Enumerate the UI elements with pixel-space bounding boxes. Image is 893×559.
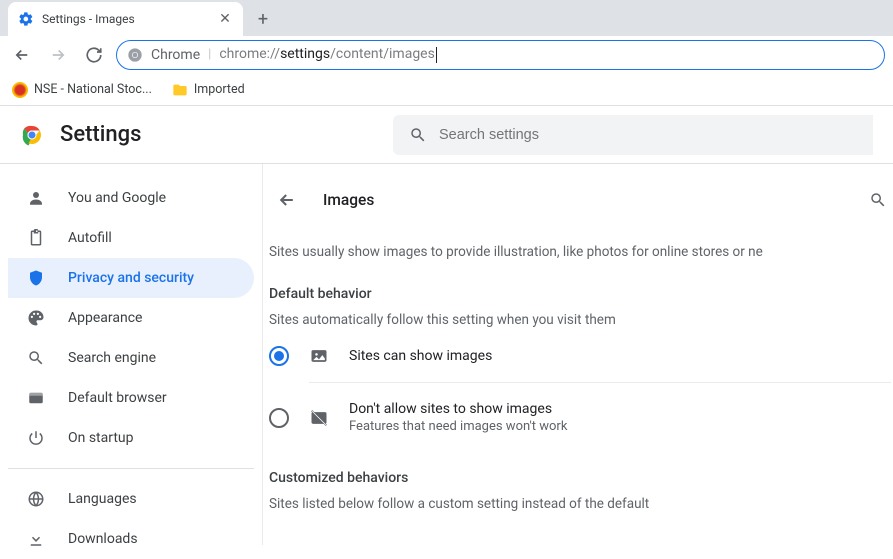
radio-block-images[interactable]: Don't allow sites to show images Feature… (265, 383, 891, 434)
browser-icon (26, 389, 46, 407)
sidebar-item-privacy-security[interactable]: Privacy and security (8, 258, 254, 298)
person-icon (26, 189, 46, 207)
settings-search-input[interactable] (439, 127, 857, 143)
gear-icon (18, 11, 34, 27)
folder-icon (172, 82, 188, 98)
browser-tab[interactable]: Settings - Images ✕ (8, 2, 243, 36)
search-icon (409, 126, 427, 144)
section-default-behavior: Default behavior (265, 260, 891, 302)
settings-main: Images Sites usually show images to prov… (262, 164, 893, 545)
globe-icon (26, 490, 46, 508)
bookmarks-bar: NSE - National Stoc... Imported (0, 74, 893, 106)
sidebar-item-appearance[interactable]: Appearance (8, 298, 254, 338)
download-icon (26, 530, 46, 548)
bookmark-imported[interactable]: Imported (172, 82, 245, 98)
reload-button[interactable] (80, 41, 108, 69)
section-default-behavior-sub: Sites automatically follow this setting … (265, 302, 891, 328)
settings-title: Settings (60, 122, 141, 147)
chrome-icon (127, 47, 143, 63)
sidebar-item-languages[interactable]: Languages (8, 479, 254, 519)
address-bar[interactable]: Chrome | chrome://settings/content/image… (116, 40, 885, 70)
section-customized-behaviors: Customized behaviors (265, 434, 891, 486)
shield-icon (26, 269, 46, 287)
sidebar-item-autofill[interactable]: Autofill (8, 218, 254, 258)
image-off-icon (309, 408, 329, 428)
sidebar-item-you-and-google[interactable]: You and Google (8, 178, 254, 218)
bookmark-nse[interactable]: NSE - National Stoc... (12, 82, 152, 98)
settings-search[interactable] (393, 115, 873, 155)
settings-header: Settings (0, 106, 893, 164)
image-icon (309, 346, 329, 366)
search-icon[interactable] (869, 191, 891, 209)
search-icon (26, 349, 46, 367)
forward-button[interactable] (44, 41, 72, 69)
new-tab-button[interactable]: + (249, 5, 277, 33)
tab-strip: Settings - Images ✕ + (0, 0, 893, 36)
back-button[interactable] (8, 41, 36, 69)
sidebar-item-search-engine[interactable]: Search engine (8, 338, 254, 378)
url-text: chrome://settings/content/images (219, 46, 437, 62)
page-title: Images (323, 191, 374, 209)
page-description: Sites usually show images to provide ill… (265, 218, 891, 260)
clipboard-icon (26, 229, 46, 247)
radio-button[interactable] (269, 408, 289, 428)
power-icon (26, 429, 46, 447)
radio-allow-images[interactable]: Sites can show images (265, 328, 891, 366)
browser-toolbar: Chrome | chrome://settings/content/image… (0, 36, 893, 74)
page-back-button[interactable] (269, 182, 305, 218)
sidebar-item-on-startup[interactable]: On startup (8, 418, 254, 458)
close-icon[interactable]: ✕ (217, 11, 233, 27)
section-customized-behaviors-sub: Sites listed below follow a custom setti… (265, 486, 891, 512)
settings-sidebar: You and Google Autofill Privacy and secu… (0, 164, 262, 545)
sidebar-item-downloads[interactable]: Downloads (8, 519, 254, 559)
sidebar-item-default-browser[interactable]: Default browser (8, 378, 254, 418)
chrome-logo-icon (20, 123, 44, 147)
url-chip: Chrome (151, 47, 200, 63)
palette-icon (26, 309, 46, 327)
tab-title: Settings - Images (42, 12, 209, 26)
bookmark-icon (12, 82, 28, 98)
radio-button[interactable] (269, 346, 289, 366)
